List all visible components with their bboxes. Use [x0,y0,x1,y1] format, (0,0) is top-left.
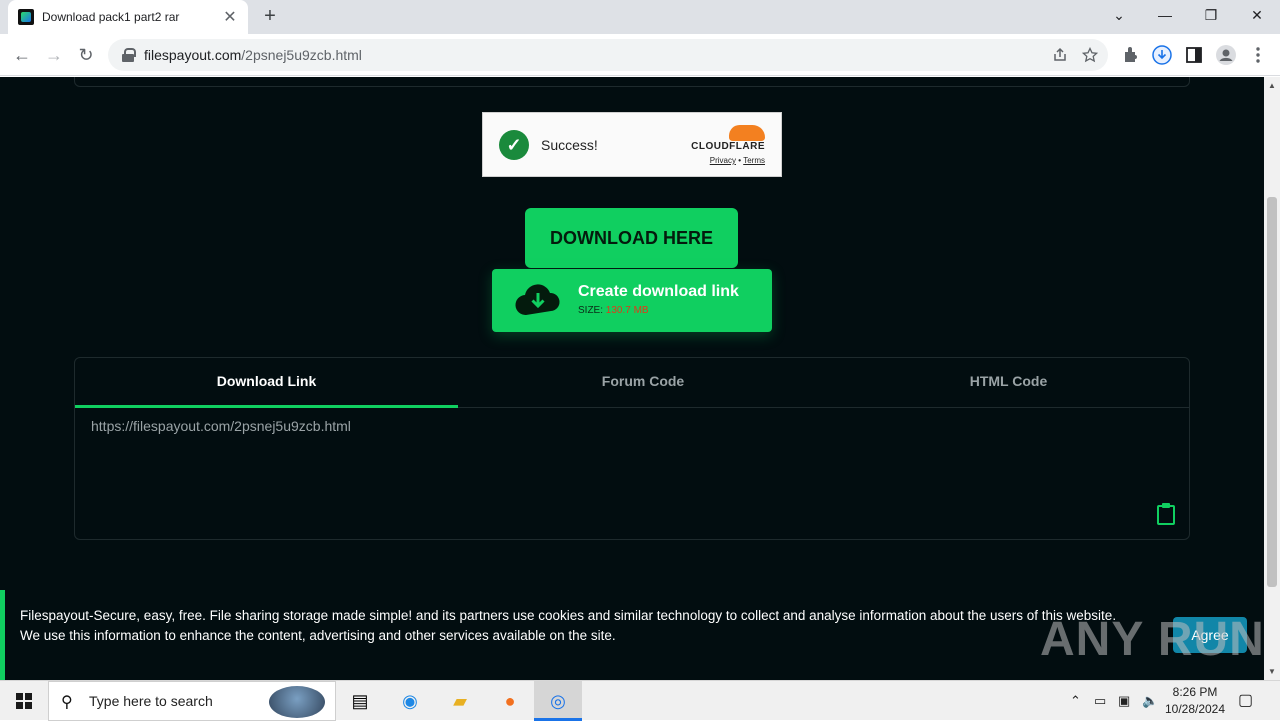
minimize-button[interactable]: — [1142,0,1188,30]
star-icon[interactable] [1082,47,1098,63]
share-icon[interactable] [1052,47,1068,63]
site-favicon-icon [18,9,34,25]
captcha-links: Privacy • Terms [710,156,765,165]
share-panel: Download Link Forum Code HTML Code https… [74,357,1190,540]
search-placeholder: Type here to search [89,693,213,709]
taskbar: ⚲ Type here to search ▤ ◉ ▰ ● ◎ ⌃ ▭ ▣ 🔈 … [0,680,1280,721]
reload-button[interactable]: ↻ [74,43,98,67]
file-explorer-icon[interactable]: ▰ [436,681,484,721]
firefox-icon[interactable]: ● [486,681,534,721]
close-window-button[interactable]: ✕ [1234,0,1280,30]
size-label: SIZE: [578,305,606,316]
search-icon: ⚲ [61,694,73,711]
create-download-label: Create download link [578,283,739,300]
cookie-line-2: We use this information to enhance the c… [20,627,616,643]
edge-icon[interactable]: ◉ [386,681,434,721]
volume-icon[interactable]: 🔈 [1142,681,1158,721]
taskbar-search[interactable]: ⚲ Type here to search [48,681,336,721]
cloudflare-logo-icon [729,125,765,141]
download-link-text[interactable]: https://filespayout.com/2psnej5u9zcb.htm… [91,418,351,434]
cookie-line-1: Filespayout-Secure, easy, free. File sha… [20,608,1117,623]
tray-chevron-icon[interactable]: ⌃ [1070,681,1081,721]
page-content: ✓ Success! CLOUDFLARE Privacy • Terms DO… [0,77,1264,680]
download-here-button[interactable]: DOWNLOAD HERE [525,208,738,268]
top-box [74,77,1190,87]
check-icon: ✓ [499,130,529,160]
meet-now-icon[interactable]: ▭ [1094,681,1106,721]
browser-tab[interactable]: Download pack1 part2 rar ✕ [8,0,248,34]
tab-download-link[interactable]: Download Link [75,358,458,408]
scroll-thumb[interactable] [1267,197,1277,587]
captcha-status: Success! [541,137,598,153]
cookie-text: Filespayout-Secure, easy, free. File sha… [20,606,1150,645]
chrome-icon[interactable]: ◎ [534,681,582,721]
tab-search-icon[interactable]: ⌄ [1096,0,1142,30]
windows-logo-icon [16,693,32,709]
lock-icon[interactable] [122,48,136,62]
browser-toolbar: ← → ↻ filespayout.com/2psnej5u9zcb.html [0,34,1280,76]
tab-forum-code[interactable]: Forum Code [458,358,828,408]
forward-button[interactable]: → [42,43,66,67]
tab-strip: Download pack1 part2 rar ✕ + ⌄ — ❐ ✕ [0,0,1280,34]
size-value: 130.7 MB [605,305,649,316]
url-host: filespayout.com [144,47,242,63]
cloudflare-widget: ✓ Success! CLOUDFLARE Privacy • Terms [482,112,782,177]
system-clock[interactable]: 8:26 PM 10/28/2024 [1160,684,1230,718]
page-scrollbar[interactable]: ▲ ▼ [1264,77,1280,680]
clock-time: 8:26 PM [1172,685,1218,699]
task-view-icon[interactable]: ▤ [336,681,384,721]
search-highlight-icon [269,686,325,718]
network-icon[interactable]: ▣ [1118,681,1130,721]
notifications-icon[interactable]: ▢ [1238,681,1253,721]
file-size: SIZE: 130.7 MB [578,305,649,316]
start-button[interactable] [0,681,48,721]
cloud-download-icon [515,284,560,316]
new-tab-button[interactable]: + [258,4,282,28]
restore-button[interactable]: ❐ [1188,0,1234,30]
terms-link[interactable]: Terms [743,156,765,165]
sidepanel-icon[interactable] [1183,44,1205,66]
tab-title: Download pack1 part2 rar [42,10,180,24]
scroll-up-icon[interactable]: ▲ [1268,81,1276,90]
create-download-link-button[interactable]: Create download link SIZE: 130.7 MB [492,269,772,332]
clipboard-icon[interactable] [1157,503,1175,525]
tab-close-icon[interactable]: ✕ [222,7,238,27]
menu-icon[interactable] [1247,44,1269,66]
download-icon[interactable] [1151,44,1173,66]
cloudflare-brand: CLOUDFLARE [691,141,765,152]
panel-tabs: Download Link Forum Code HTML Code [75,358,1189,408]
privacy-link[interactable]: Privacy [710,156,736,165]
clock-date: 10/28/2024 [1164,702,1226,716]
scroll-down-icon[interactable]: ▼ [1268,667,1276,676]
anyrun-watermark: ANY RUN [1040,613,1265,666]
back-button[interactable]: ← [10,43,34,67]
profile-icon[interactable] [1215,44,1237,66]
url-path: /2psnej5u9zcb.html [241,47,362,63]
extensions-icon[interactable] [1120,44,1142,66]
address-bar[interactable]: filespayout.com/2psnej5u9zcb.html [108,39,1108,71]
tab-html-code[interactable]: HTML Code [828,358,1189,408]
